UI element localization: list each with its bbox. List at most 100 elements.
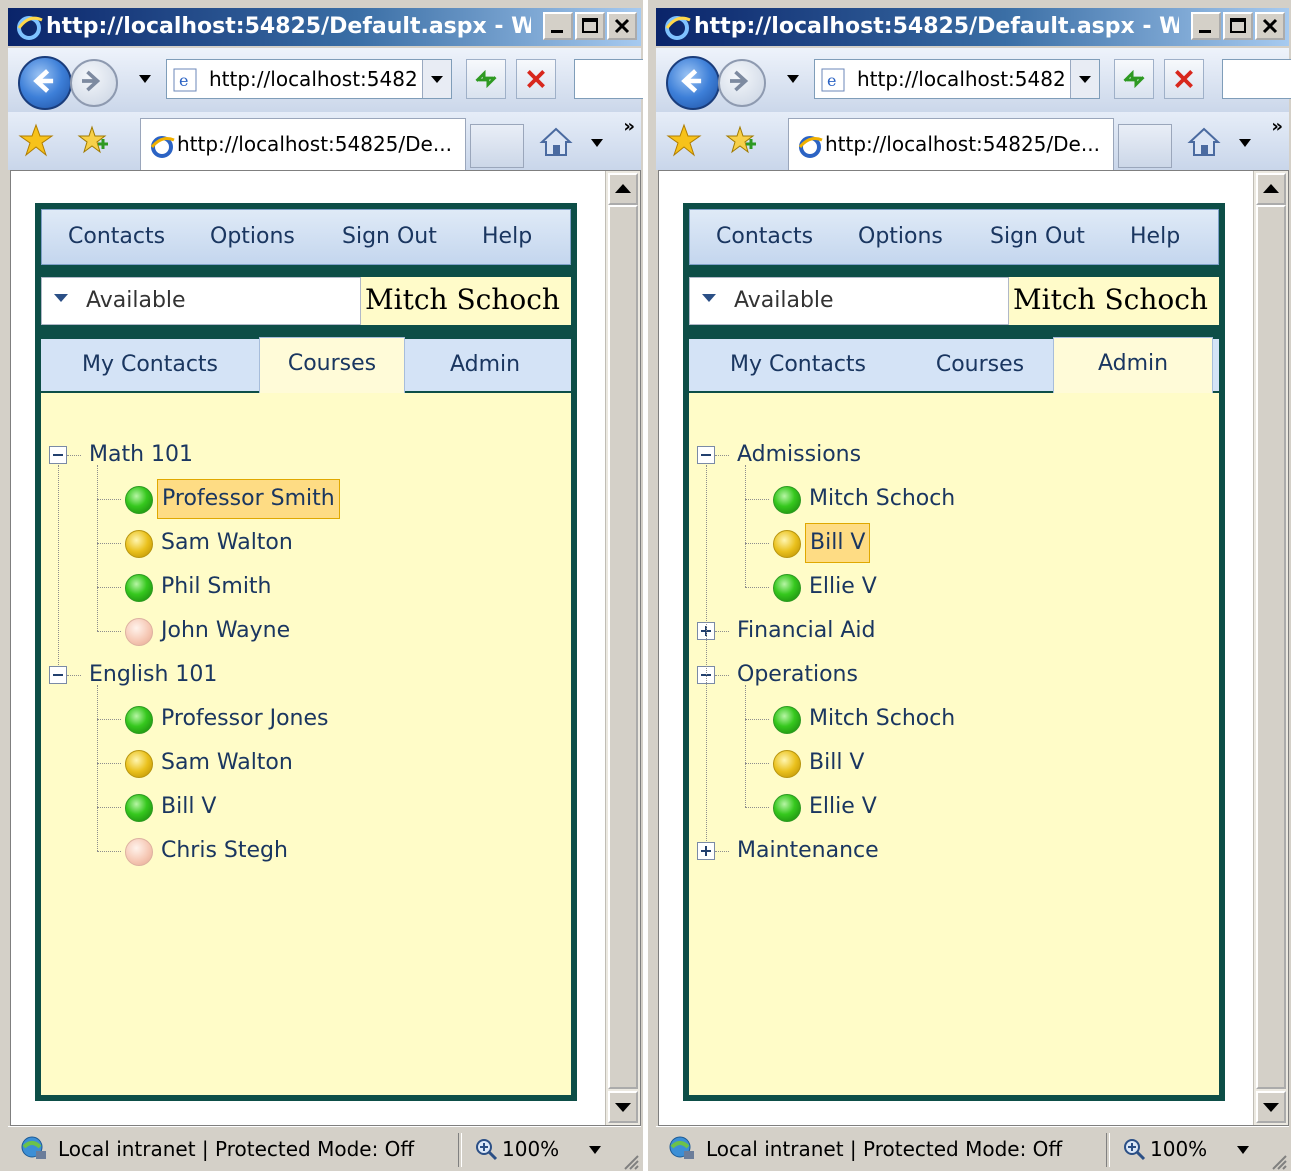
tree-group-label[interactable]: Math 101 <box>89 435 193 475</box>
more-tools-chevron-icon[interactable]: » <box>1271 116 1283 137</box>
menu-contacts[interactable]: Contacts <box>716 210 813 264</box>
address-text[interactable]: http://localhost:5482 <box>209 60 419 98</box>
collapse-toggle-icon[interactable] <box>49 446 67 464</box>
tree-group[interactable]: Math 101 <box>41 435 561 475</box>
new-tab-button[interactable] <box>1118 124 1172 168</box>
menu-options[interactable]: Options <box>858 210 943 264</box>
contact-item[interactable]: Mitch Schoch <box>689 479 1209 519</box>
tab-my-contacts[interactable]: My Contacts <box>41 339 259 391</box>
minimize-button[interactable] <box>1191 12 1221 40</box>
tab-courses[interactable]: Courses <box>259 337 405 393</box>
security-zone-text[interactable]: Local intranet | Protected Mode: Off <box>706 1127 1062 1171</box>
menu-options[interactable]: Options <box>210 210 295 264</box>
recent-pages-dropdown-icon[interactable] <box>138 74 152 84</box>
collapse-toggle-icon[interactable] <box>697 446 715 464</box>
contact-item[interactable]: Chris Stegh <box>41 831 561 871</box>
search-input[interactable] <box>1222 59 1291 99</box>
stop-button[interactable] <box>516 59 556 99</box>
title-bar[interactable]: http://localhost:54825/Default.aspx - Wi… <box>656 8 1289 46</box>
presence-dropdown[interactable]: Available <box>41 277 361 325</box>
vertical-scrollbar[interactable] <box>605 171 640 1125</box>
close-button[interactable] <box>607 12 637 40</box>
forward-button[interactable] <box>718 59 766 107</box>
contact-item[interactable]: Phil Smith <box>41 567 561 607</box>
tree-group[interactable]: Maintenance <box>689 831 1209 871</box>
collapse-toggle-icon[interactable] <box>49 666 67 684</box>
contact-name[interactable]: Sam Walton <box>161 743 293 783</box>
close-button[interactable] <box>1255 12 1285 40</box>
home-dropdown-icon[interactable] <box>1238 138 1252 148</box>
contact-name[interactable]: Mitch Schoch <box>809 699 955 739</box>
favorites-star-icon[interactable] <box>666 122 702 158</box>
menu-sign-out[interactable]: Sign Out <box>990 210 1085 264</box>
tab-my-contacts[interactable]: My Contacts <box>689 339 907 391</box>
contact-item[interactable]: Ellie V <box>689 787 1209 827</box>
security-zone-text[interactable]: Local intranet | Protected Mode: Off <box>58 1127 414 1171</box>
contact-name[interactable]: Bill V <box>161 787 216 827</box>
scroll-up-button[interactable] <box>608 173 638 205</box>
tab-admin[interactable]: Admin <box>1053 337 1213 393</box>
scroll-up-button[interactable] <box>1256 173 1286 205</box>
contact-item[interactable]: Bill V <box>41 787 561 827</box>
tree-group-label[interactable]: English 101 <box>89 655 217 695</box>
new-tab-button[interactable] <box>470 124 524 168</box>
recent-pages-dropdown-icon[interactable] <box>786 74 800 84</box>
expand-toggle-icon[interactable] <box>697 842 715 860</box>
contact-name[interactable]: John Wayne <box>161 611 290 651</box>
contact-item[interactable]: Professor Smith <box>41 479 561 519</box>
contact-name[interactable]: Ellie V <box>809 567 877 607</box>
browser-tab[interactable]: http://localhost:54825/De... <box>140 118 466 170</box>
tree-group[interactable]: English 101 <box>41 655 561 695</box>
refresh-button[interactable] <box>1114 59 1154 99</box>
vertical-scrollbar[interactable] <box>1253 171 1288 1125</box>
scroll-down-button[interactable] <box>608 1091 638 1123</box>
resize-grip-icon[interactable] <box>619 1150 639 1170</box>
refresh-button[interactable] <box>466 59 506 99</box>
home-icon[interactable] <box>1184 122 1224 162</box>
zoom-level[interactable]: 100% <box>1150 1127 1207 1171</box>
tab-admin[interactable]: Admin <box>405 339 565 391</box>
scroll-thumb[interactable] <box>608 205 638 1089</box>
menu-help[interactable]: Help <box>482 210 532 264</box>
add-favorites-icon[interactable] <box>74 122 110 158</box>
contact-name[interactable]: Bill V <box>805 523 871 563</box>
tree-group[interactable]: Admissions <box>689 435 1209 475</box>
address-dropdown-button[interactable] <box>1070 60 1099 98</box>
forward-button[interactable] <box>70 59 118 107</box>
menu-contacts[interactable]: Contacts <box>68 210 165 264</box>
back-button[interactable] <box>18 56 72 110</box>
contact-name[interactable]: Mitch Schoch <box>809 479 955 519</box>
contact-item[interactable]: Sam Walton <box>41 743 561 783</box>
contact-item[interactable]: Professor Jones <box>41 699 561 739</box>
tree-group-label[interactable]: Financial Aid <box>737 611 875 651</box>
tree-group-label[interactable]: Maintenance <box>737 831 879 871</box>
contact-item[interactable]: Sam Walton <box>41 523 561 563</box>
address-bar[interactable]: e http://localhost:5482 <box>166 59 452 99</box>
more-tools-chevron-icon[interactable]: » <box>623 116 635 137</box>
address-bar[interactable]: e http://localhost:5482 <box>814 59 1100 99</box>
favorites-star-icon[interactable] <box>18 122 54 158</box>
contact-name[interactable]: Professor Jones <box>161 699 329 739</box>
tree-group[interactable]: Operations <box>689 655 1209 695</box>
resize-grip-icon[interactable] <box>1267 1150 1287 1170</box>
minimize-button[interactable] <box>543 12 573 40</box>
contact-name[interactable]: Ellie V <box>809 787 877 827</box>
zoom-dropdown-icon[interactable] <box>1236 1145 1250 1155</box>
zoom-dropdown-icon[interactable] <box>588 1145 602 1155</box>
search-input[interactable] <box>574 59 643 99</box>
contact-item[interactable]: Ellie V <box>689 567 1209 607</box>
contact-name[interactable]: Sam Walton <box>161 523 293 563</box>
tree-group-label[interactable]: Operations <box>737 655 858 695</box>
tab-courses[interactable]: Courses <box>907 339 1053 391</box>
stop-button[interactable] <box>1164 59 1204 99</box>
tree-group[interactable]: Financial Aid <box>689 611 1209 651</box>
presence-dropdown[interactable]: Available <box>689 277 1009 325</box>
contact-item[interactable]: Bill V <box>689 743 1209 783</box>
contact-item[interactable]: John Wayne <box>41 611 561 651</box>
zoom-level[interactable]: 100% <box>502 1127 559 1171</box>
contact-name[interactable]: Chris Stegh <box>161 831 288 871</box>
title-bar[interactable]: http://localhost:54825/Default.aspx - Wi… <box>8 8 641 46</box>
maximize-button[interactable] <box>1223 12 1253 40</box>
contact-name[interactable]: Professor Smith <box>157 479 340 519</box>
scroll-down-button[interactable] <box>1256 1091 1286 1123</box>
